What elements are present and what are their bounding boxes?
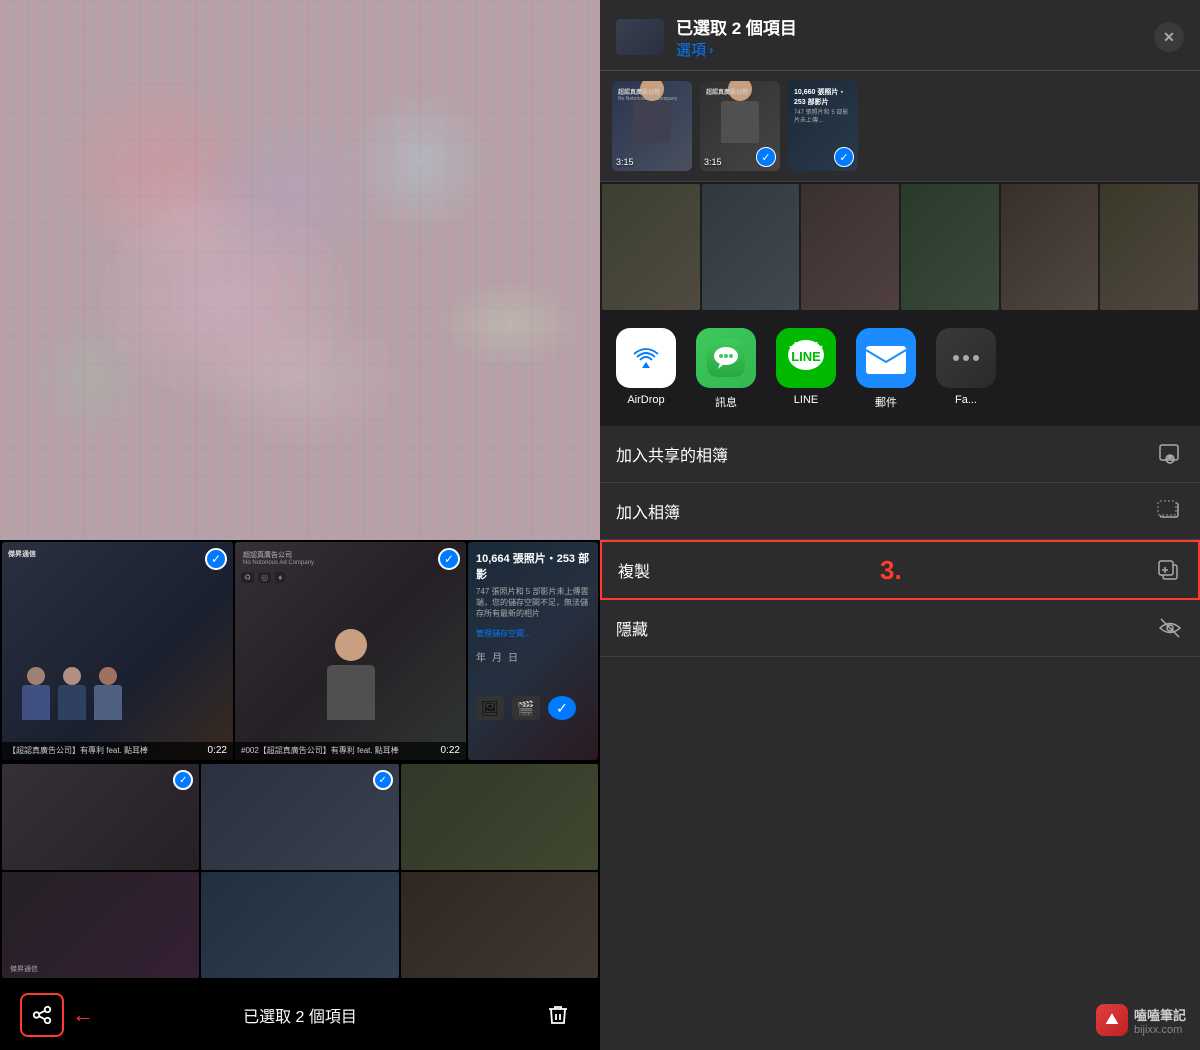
- brand-logo: ⛰: [1096, 1004, 1128, 1036]
- mosaic-cell-2: [702, 184, 800, 310]
- line-label: LINE: [794, 394, 818, 406]
- copy-svg: [1155, 557, 1181, 583]
- more-icon-img: [936, 328, 996, 388]
- trash-icon: [546, 1003, 570, 1027]
- album-icon: [1156, 497, 1184, 525]
- video-cell-2[interactable]: 超認真廣告公司 No Notorious Ad Company ♻ ◎ ♦ #0…: [235, 542, 466, 760]
- line-symbol: LINE: [776, 328, 836, 388]
- options-label: 選項: [676, 39, 706, 60]
- hide-label: 隱藏: [616, 616, 648, 640]
- video-cell-1[interactable]: 傑昇通信 【超認真廣告公司】有專利 feat. 點耳棒 0:22 ✓: [2, 542, 233, 760]
- blurred-background: [0, 0, 600, 540]
- video-time-2: 0:22: [441, 745, 460, 756]
- share-icon: [31, 1004, 53, 1026]
- brand-watermark: ⛰ 嗑嗑筆記 bijixx.com: [1096, 1004, 1186, 1036]
- mosaic-cell-3: [801, 184, 899, 310]
- action-list: 加入共享的相簿 加入相簿: [600, 426, 1200, 1050]
- copy-icon: [1154, 556, 1182, 584]
- brand-name: 嗑嗑筆記 bijixx.com: [1134, 1005, 1186, 1036]
- preview-thumb-3[interactable]: 10,660 張照片・253 部影片 747 張照片和 5 部影片未上傳... …: [788, 81, 858, 171]
- share-header-left: 已選取 2 個項目 選項 ›: [616, 14, 797, 60]
- shared-album-svg: [1157, 441, 1183, 467]
- add-album-item[interactable]: 加入相簿: [600, 483, 1200, 540]
- mosaic-cell-1: [602, 184, 700, 310]
- video-cell-3: 10,664 張照片・253 部影 747 張照片和 5 部影片未上傳雲端，您的…: [468, 542, 598, 760]
- small-photo-grid: ✓ ✓ 傑昇通信: [0, 762, 600, 980]
- video-meta-1: 【超認真廣告公司】有專利 feat. 點耳棒 0:22: [2, 742, 233, 760]
- video-check-1[interactable]: ✓: [205, 548, 227, 570]
- mosaic-area: [600, 182, 1200, 312]
- right-panel: 已選取 2 個項目 選項 › ✕ 超認真廣告公司 No Notorious Ad…: [600, 0, 1200, 1050]
- add-shared-album-label: 加入共享的相簿: [616, 442, 728, 466]
- messages-icon-img: [696, 328, 756, 388]
- photo-grid-section: 傑昇通信 【超認真廣告公司】有專利 feat. 點耳棒 0:22 ✓: [0, 540, 600, 1050]
- airdrop-symbol: [628, 340, 664, 376]
- arrow-indicator: ←: [72, 1002, 94, 1028]
- copy-label: 複製: [618, 558, 650, 582]
- preview-thumb-1[interactable]: 超認真廣告公司 No Notorious Ad Company 3:15: [612, 81, 692, 171]
- svg-text:LINE: LINE: [791, 349, 821, 364]
- preview-check-3: ✓: [834, 147, 854, 167]
- delete-button[interactable]: [536, 993, 580, 1037]
- app-icons-row: AirDrop: [600, 312, 1200, 418]
- copy-item[interactable]: 複製 3.: [600, 540, 1200, 600]
- mail-symbol: [856, 328, 916, 388]
- hide-svg: [1157, 615, 1183, 641]
- preview-time-1: 3:15: [616, 157, 634, 167]
- video-title-1: 【超認真廣告公司】有專利 feat. 點耳棒: [8, 746, 227, 756]
- share-thumb-image: [616, 19, 664, 55]
- messages-app-item[interactable]: 訊息: [696, 328, 756, 410]
- pixel-grid: [0, 0, 600, 540]
- mail-app-item[interactable]: 郵件: [856, 328, 916, 410]
- album-svg: [1157, 498, 1183, 524]
- video-meta-2: #002【超認真廣告公司】有專利 feat. 點耳棒 0:22: [235, 742, 466, 760]
- more-app-item[interactable]: Fa...: [936, 328, 996, 410]
- mosaic-cell-6: [1100, 184, 1198, 310]
- share-button[interactable]: [20, 993, 64, 1037]
- left-panel: 傑昇通信 【超認真廣告公司】有專利 feat. 點耳棒 0:22 ✓: [0, 0, 600, 1050]
- shared-album-icon: [1156, 440, 1184, 468]
- more-label: Fa...: [955, 394, 977, 406]
- preview-row: 超認真廣告公司 No Notorious Ad Company 3:15 超認真…: [600, 71, 1200, 182]
- video-check-2[interactable]: ✓: [438, 548, 460, 570]
- messages-symbol: [707, 339, 745, 377]
- share-header-info: 已選取 2 個項目 選項 ›: [676, 14, 797, 60]
- preview-time-2: 3:15: [704, 157, 722, 167]
- hide-icon: [1156, 614, 1184, 642]
- brand-mountain-icon: ⛰: [1105, 1011, 1118, 1029]
- add-shared-album-item[interactable]: 加入共享的相簿: [600, 426, 1200, 483]
- mosaic-cell-5: [1001, 184, 1099, 310]
- airdrop-icon-img: [616, 328, 676, 388]
- add-album-label: 加入相簿: [616, 499, 680, 523]
- share-header: 已選取 2 個項目 選項 › ✕: [600, 0, 1200, 71]
- large-video-row: 傑昇通信 【超認真廣告公司】有專利 feat. 點耳棒 0:22 ✓: [0, 540, 600, 760]
- share-button-container: ←: [20, 993, 64, 1037]
- video-title-2: #002【超認真廣告公司】有專利 feat. 點耳棒: [241, 746, 460, 756]
- line-icon-img: LINE: [776, 328, 836, 388]
- more-symbol: [948, 340, 984, 376]
- messages-label: 訊息: [715, 394, 737, 410]
- preview-thumb-2[interactable]: 超認真廣告公司 3:15 ✓: [700, 81, 780, 171]
- mail-label: 郵件: [875, 394, 897, 410]
- share-thumbnail: [616, 19, 664, 55]
- hide-item[interactable]: 隱藏: [600, 600, 1200, 657]
- chevron-right-icon: ›: [709, 42, 713, 57]
- video-time-1: 0:22: [208, 745, 227, 756]
- left-toolbar: ← 已選取 2 個項目: [0, 980, 600, 1050]
- close-button[interactable]: ✕: [1154, 22, 1184, 52]
- mail-icon-img: [856, 328, 916, 388]
- airdrop-app-item[interactable]: AirDrop: [616, 328, 676, 410]
- share-header-title: 已選取 2 個項目: [676, 14, 797, 39]
- mosaic-cell-4: [901, 184, 999, 310]
- left-toolbar-title: 已選取 2 個項目: [243, 1003, 357, 1027]
- share-options-link[interactable]: 選項 ›: [676, 39, 797, 60]
- step-number-3: 3.: [880, 555, 902, 586]
- preview-check-2: ✓: [756, 147, 776, 167]
- line-app-item[interactable]: LINE LINE: [776, 328, 836, 410]
- airdrop-label: AirDrop: [627, 394, 664, 406]
